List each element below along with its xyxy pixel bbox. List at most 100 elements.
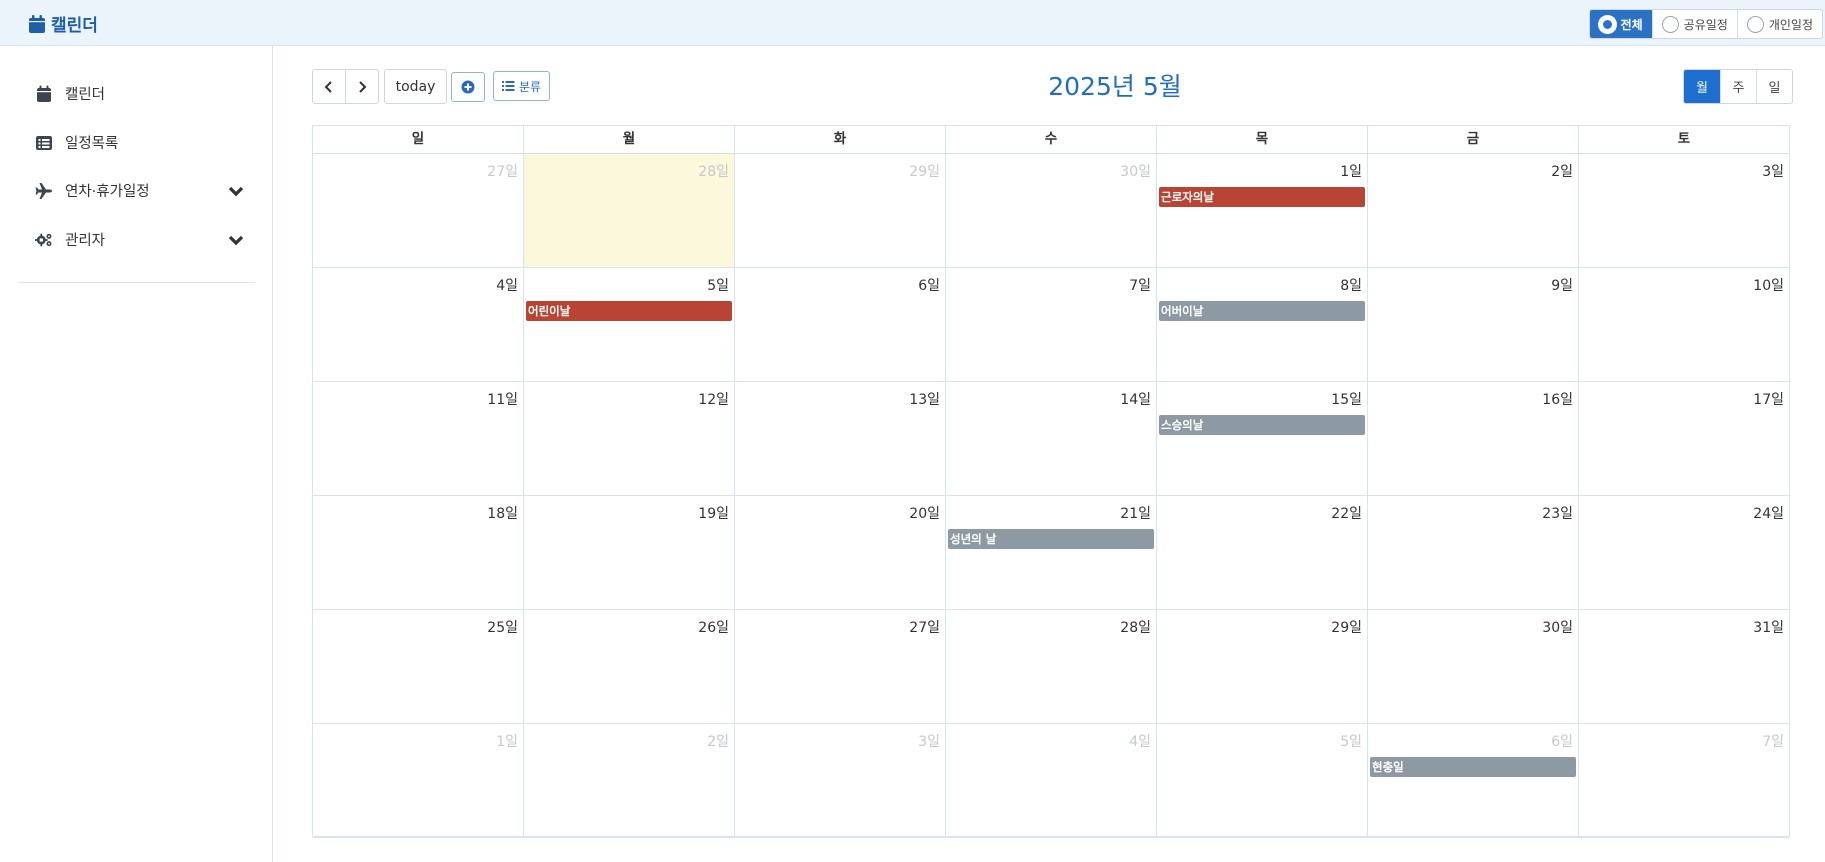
day-cell[interactable]: 4일 (313, 268, 523, 381)
day-cell[interactable]: 24일 (1578, 496, 1789, 609)
day-number[interactable]: 8일 (1340, 275, 1362, 295)
day-cell[interactable]: 30일 (945, 154, 1156, 267)
day-number[interactable]: 4일 (1129, 731, 1151, 751)
day-cell[interactable]: 15일스승의날 (1156, 382, 1367, 495)
day-cell[interactable]: 1일 (313, 724, 523, 837)
day-cell[interactable]: 4일 (945, 724, 1156, 837)
day-cell[interactable]: 16일 (1367, 382, 1578, 495)
day-cell[interactable]: 1일근로자의날 (1156, 154, 1367, 267)
event-bar[interactable]: 근로자의날 (1159, 187, 1365, 207)
day-number[interactable]: 29일 (909, 161, 940, 181)
event-bar[interactable]: 성년의 날 (948, 529, 1154, 549)
day-number[interactable]: 30일 (1542, 617, 1573, 637)
day-cell[interactable]: 11일 (313, 382, 523, 495)
event-bar[interactable]: 어버이날 (1159, 301, 1365, 321)
day-cell[interactable]: 14일 (945, 382, 1156, 495)
day-cell[interactable]: 27일 (313, 154, 523, 267)
day-number[interactable]: 15일 (1331, 389, 1362, 409)
day-cell[interactable]: 6일 (734, 268, 945, 381)
day-number[interactable]: 28일 (698, 161, 729, 181)
day-cell[interactable]: 2일 (523, 724, 734, 837)
filter-personal[interactable]: 개인일정 (1736, 10, 1822, 38)
day-number[interactable]: 25일 (487, 617, 518, 637)
day-number[interactable]: 7일 (1762, 731, 1784, 751)
day-number[interactable]: 29일 (1331, 617, 1362, 637)
chevron-down-icon[interactable] (227, 182, 245, 200)
day-cell[interactable]: 25일 (313, 610, 523, 723)
next-month-button[interactable] (345, 69, 379, 104)
day-cell[interactable]: 7일 (1578, 724, 1789, 837)
chevron-down-icon[interactable] (227, 231, 245, 249)
event-bar[interactable]: 어린이날 (526, 301, 732, 321)
filter-shared[interactable]: 공유일정 (1651, 10, 1737, 38)
day-number[interactable]: 5일 (707, 275, 729, 295)
day-cell[interactable]: 8일어버이날 (1156, 268, 1367, 381)
day-number[interactable]: 13일 (909, 389, 940, 409)
day-cell[interactable]: 2일 (1367, 154, 1578, 267)
prev-month-button[interactable] (312, 69, 346, 104)
day-cell[interactable]: 23일 (1367, 496, 1578, 609)
add-event-button[interactable] (451, 72, 485, 102)
day-number[interactable]: 7일 (1129, 275, 1151, 295)
day-number[interactable]: 18일 (487, 503, 518, 523)
day-number[interactable]: 30일 (1120, 161, 1151, 181)
day-number[interactable]: 6일 (1551, 731, 1573, 751)
event-bar[interactable]: 현충일 (1370, 757, 1576, 777)
day-cell[interactable]: 30일 (1367, 610, 1578, 723)
sidebar-item-leave-schedule[interactable]: 연차·휴가일정 (35, 180, 245, 201)
event-bar[interactable]: 스승의날 (1159, 415, 1365, 435)
day-number[interactable]: 10일 (1753, 275, 1784, 295)
view-day-button[interactable]: 일 (1756, 70, 1792, 103)
day-cell[interactable]: 6일현충일 (1367, 724, 1578, 837)
day-cell[interactable]: 28일 (945, 610, 1156, 723)
day-number[interactable]: 12일 (698, 389, 729, 409)
day-cell[interactable]: 9일 (1367, 268, 1578, 381)
brand[interactable]: 캘린더 (29, 11, 98, 36)
day-cell[interactable]: 12일 (523, 382, 734, 495)
day-number[interactable]: 9일 (1551, 275, 1573, 295)
day-number[interactable]: 3일 (1762, 161, 1784, 181)
filter-all[interactable]: 전체 (1589, 10, 1652, 38)
day-cell[interactable]: 19일 (523, 496, 734, 609)
day-number[interactable]: 21일 (1120, 503, 1151, 523)
sidebar-item-calendar[interactable]: 캘린더 (35, 83, 245, 104)
day-number[interactable]: 26일 (698, 617, 729, 637)
day-number[interactable]: 5일 (1340, 731, 1362, 751)
day-cell[interactable]: 10일 (1578, 268, 1789, 381)
day-number[interactable]: 2일 (1551, 161, 1573, 181)
day-cell[interactable]: 29일 (734, 154, 945, 267)
category-button[interactable]: 분류 (493, 71, 550, 101)
day-number[interactable]: 4일 (496, 275, 518, 295)
day-cell[interactable]: 17일 (1578, 382, 1789, 495)
day-cell[interactable]: 13일 (734, 382, 945, 495)
day-number[interactable]: 24일 (1753, 503, 1784, 523)
day-number[interactable]: 23일 (1542, 503, 1573, 523)
day-cell[interactable]: 3일 (1578, 154, 1789, 267)
day-number[interactable]: 1일 (1340, 161, 1362, 181)
day-number[interactable]: 27일 (487, 161, 518, 181)
today-button[interactable]: today (384, 69, 447, 104)
day-number[interactable]: 14일 (1120, 389, 1151, 409)
day-number[interactable]: 31일 (1753, 617, 1784, 637)
day-cell[interactable]: 22일 (1156, 496, 1367, 609)
day-number[interactable]: 3일 (918, 731, 940, 751)
day-number[interactable]: 19일 (698, 503, 729, 523)
day-cell[interactable]: 7일 (945, 268, 1156, 381)
day-cell[interactable]: 31일 (1578, 610, 1789, 723)
day-cell[interactable]: 5일어린이날 (523, 268, 734, 381)
day-cell[interactable]: 21일성년의 날 (945, 496, 1156, 609)
view-week-button[interactable]: 주 (1720, 70, 1756, 103)
day-cell[interactable]: 3일 (734, 724, 945, 837)
day-cell[interactable]: 28일 (523, 154, 734, 267)
sidebar-item-schedule-list[interactable]: 일정목록 (35, 132, 245, 153)
day-number[interactable]: 1일 (496, 731, 518, 751)
day-cell[interactable]: 18일 (313, 496, 523, 609)
day-cell[interactable]: 26일 (523, 610, 734, 723)
day-number[interactable]: 16일 (1542, 389, 1573, 409)
day-number[interactable]: 6일 (918, 275, 940, 295)
day-number[interactable]: 17일 (1753, 389, 1784, 409)
day-number[interactable]: 27일 (909, 617, 940, 637)
view-month-button[interactable]: 월 (1684, 70, 1720, 103)
day-cell[interactable]: 5일 (1156, 724, 1367, 837)
day-number[interactable]: 2일 (707, 731, 729, 751)
